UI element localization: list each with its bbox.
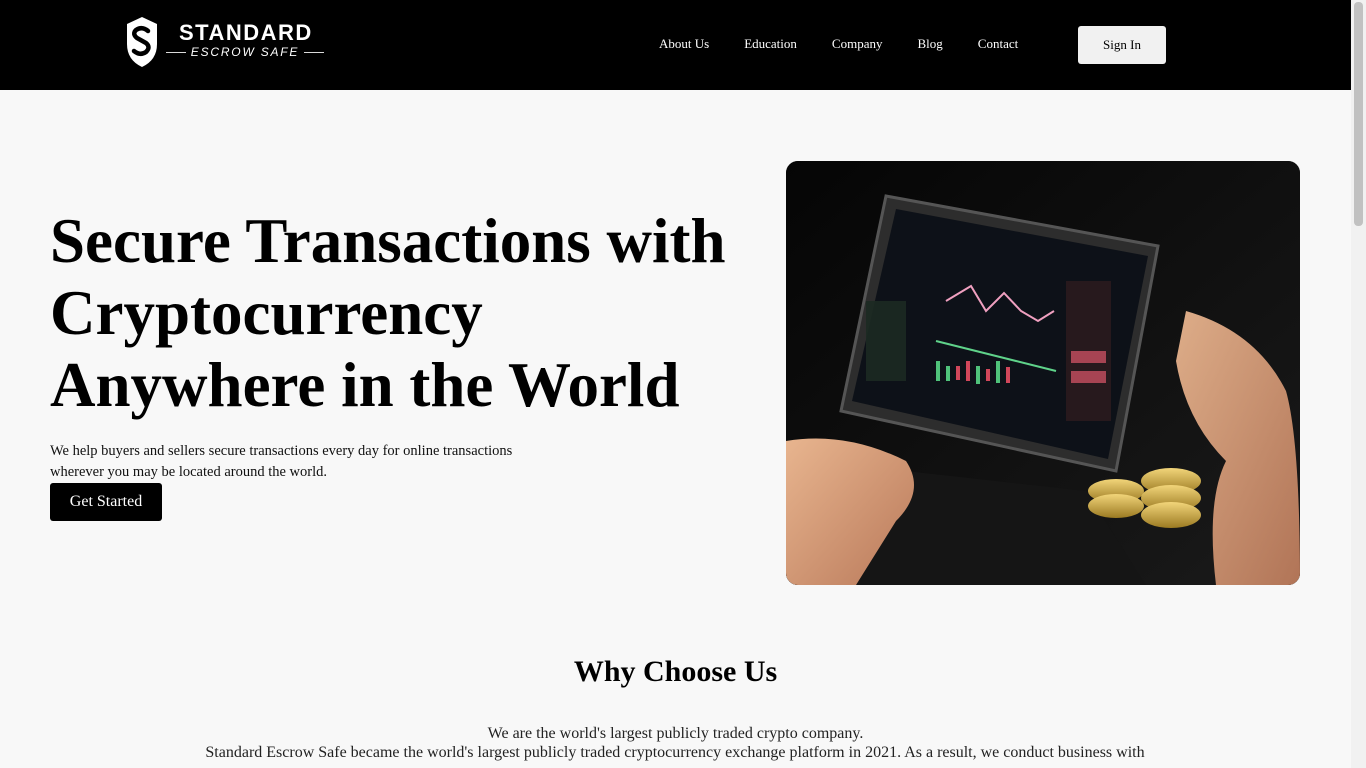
scrollbar-thumb[interactable] — [1354, 2, 1363, 226]
nav-education[interactable]: Education — [744, 36, 797, 52]
brand-tagline: ESCROW SAFE — [190, 45, 300, 59]
brand-logo[interactable]: STANDARD ESCROW SAFE — [124, 16, 326, 68]
brand-tagline-row: ESCROW SAFE — [166, 45, 325, 59]
hero-image — [786, 161, 1300, 585]
sign-in-button[interactable]: Sign In — [1078, 26, 1166, 64]
nav-contact[interactable]: Contact — [978, 36, 1018, 52]
get-started-button[interactable]: Get Started — [50, 483, 162, 521]
page-scrollbar[interactable] — [1351, 0, 1366, 768]
brand-name: STANDARD — [179, 20, 313, 45]
why-choose-title: Why Choose Us — [573, 655, 778, 688]
hero-description: We help buyers and sellers secure transa… — [50, 443, 513, 480]
laptop-trading-chart-with-coins-photo — [786, 161, 1300, 585]
nav-about-us[interactable]: About Us — [659, 36, 709, 52]
why-choose-lead: We are the world's largest publicly trad… — [487, 725, 864, 742]
why-choose-body: Standard Escrow Safe became the world's … — [205, 744, 1145, 761]
shield-s-logo-icon — [127, 17, 157, 67]
tagline-rule-right — [304, 51, 325, 53]
nav-blog[interactable]: Blog — [917, 36, 942, 52]
hero-title: Secure Transactions with Cryptocurrency … — [50, 206, 726, 420]
main-nav: About Us Education Company Blog Contact — [659, 36, 1018, 52]
nav-company[interactable]: Company — [832, 36, 883, 52]
tagline-rule-left — [166, 51, 186, 53]
site-header: STANDARD ESCROW SAFE About Us Education … — [0, 0, 1351, 90]
